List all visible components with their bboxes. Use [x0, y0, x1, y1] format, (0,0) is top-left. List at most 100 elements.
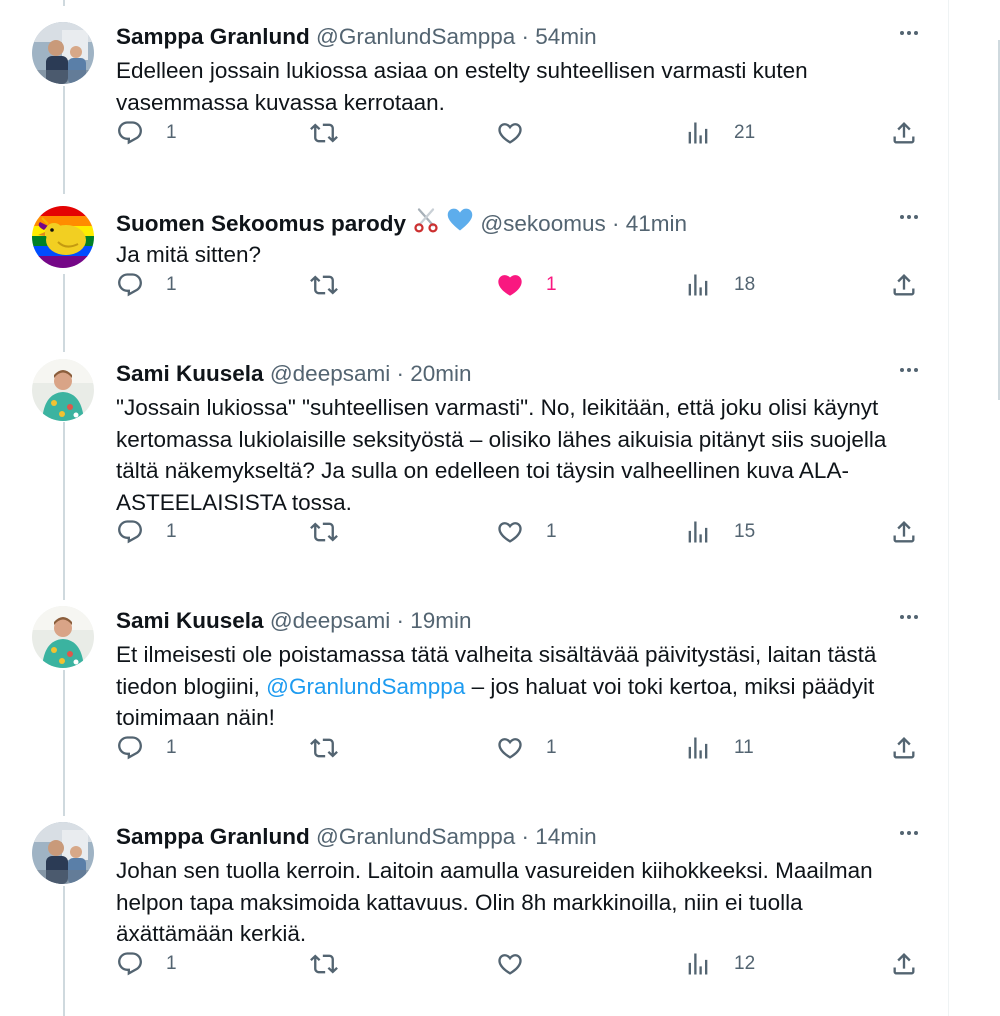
tweet-content: Samppa Granlund @GranlundSamppa · 14min J… [116, 822, 918, 976]
share-icon [890, 119, 918, 147]
reply-count: 1 [166, 521, 177, 542]
views-button[interactable]: 12 [684, 949, 755, 979]
reply-button[interactable]: 1 [116, 517, 177, 547]
tweet-content: Samppa Granlund @GranlundSamppa · 54min E… [116, 22, 918, 145]
user-handle[interactable]: @GranlundSamppa [316, 824, 515, 849]
action-bar: 1 21 [116, 118, 916, 148]
avatar[interactable] [32, 822, 94, 884]
display-name[interactable]: Sami Kuusela [116, 608, 264, 633]
more-options-button[interactable] [896, 822, 922, 852]
action-bar: 1 1 18 [116, 270, 916, 300]
feed-column-border [948, 0, 949, 1016]
retweet-button[interactable] [310, 270, 360, 300]
like-button[interactable]: 1 [496, 733, 557, 763]
retweet-button[interactable] [310, 733, 360, 763]
timestamp[interactable]: 41min [626, 211, 687, 236]
profile-photo-sami [32, 359, 94, 421]
tweet-header: Suomen Sekoomus parody @sekoomus · 41min [116, 206, 918, 236]
views-button[interactable]: 21 [684, 118, 755, 148]
views-button[interactable]: 18 [684, 270, 755, 300]
retweet-icon [310, 271, 338, 299]
retweet-icon [310, 119, 338, 147]
tweet-text: Ja mitä sitten? [116, 239, 916, 271]
meta-separator: · [521, 24, 530, 49]
more-options-icon [897, 605, 921, 637]
views-count: 12 [734, 953, 756, 974]
more-options-icon [897, 358, 921, 390]
retweet-icon [310, 518, 338, 546]
views-icon [684, 950, 712, 978]
text-segment: Ja mitä sitten? [116, 242, 262, 267]
share-button[interactable] [890, 118, 918, 148]
meta-separator: · [396, 608, 405, 633]
retweet-icon [310, 734, 338, 762]
tweet-header: Samppa Granlund @GranlundSamppa · 54min [116, 22, 918, 52]
tweet-content: Sami Kuusela @deepsami · 19min Et ilmeise… [116, 606, 918, 760]
timestamp[interactable]: 14min [535, 824, 596, 849]
timestamp[interactable]: 54min [535, 24, 596, 49]
tweet[interactable]: Samppa Granlund @GranlundSamppa · 54min E… [0, 22, 948, 158]
retweet-button[interactable] [310, 118, 360, 148]
retweet-button[interactable] [310, 949, 360, 979]
user-handle[interactable]: @deepsami [270, 608, 390, 633]
reply-count: 1 [166, 737, 177, 758]
tweet-header: Samppa Granlund @GranlundSamppa · 14min [116, 822, 918, 852]
views-count: 18 [734, 274, 756, 295]
more-options-button[interactable] [896, 22, 922, 52]
user-handle[interactable]: @deepsami [270, 361, 390, 386]
like-button[interactable]: 1 [496, 517, 557, 547]
profile-photo-samppa [32, 822, 94, 884]
more-options-button[interactable] [896, 359, 922, 389]
reply-icon [116, 734, 144, 762]
tweet[interactable]: Sami Kuusela @deepsami · 20min "Jossain l… [0, 359, 948, 557]
share-button[interactable] [890, 949, 918, 979]
display-name[interactable]: Samppa Granlund [116, 24, 310, 49]
timestamp[interactable]: 19min [410, 608, 471, 633]
display-name[interactable]: Samppa Granlund [116, 824, 310, 849]
reply-button[interactable]: 1 [116, 733, 177, 763]
tweet[interactable]: Sami Kuusela @deepsami · 19min Et ilmeise… [0, 606, 948, 773]
like-icon [496, 734, 524, 762]
tweet-header: Sami Kuusela @deepsami · 19min [116, 606, 918, 636]
tweet-text: Et ilmeisesti ole poistamassa tätä valhe… [116, 639, 916, 734]
action-bar: 1 1 11 [116, 733, 916, 763]
reply-button[interactable]: 1 [116, 118, 177, 148]
text-segment: Johan sen tuolla kerroin. Laitoin aamull… [116, 858, 873, 946]
reply-count: 1 [166, 122, 177, 143]
display-name[interactable]: Suomen Sekoomus parody [116, 211, 406, 236]
reply-icon [116, 271, 144, 299]
more-options-button[interactable] [896, 206, 922, 236]
display-name[interactable]: Sami Kuusela [116, 361, 264, 386]
avatar[interactable] [32, 359, 94, 421]
avatar[interactable] [32, 22, 94, 84]
avatar[interactable] [32, 206, 94, 268]
more-options-icon [897, 205, 921, 237]
tweet-content: Suomen Sekoomus parody @sekoomus · 41min… [116, 206, 918, 297]
avatar[interactable] [32, 606, 94, 668]
reply-button[interactable]: 1 [116, 270, 177, 300]
more-options-icon [897, 21, 921, 53]
user-handle[interactable]: @sekoomus [480, 211, 605, 236]
views-button[interactable]: 15 [684, 517, 755, 547]
tweet[interactable]: Suomen Sekoomus parody @sekoomus · 41min… [0, 206, 948, 310]
views-icon [684, 734, 712, 762]
like-count: 1 [546, 521, 557, 542]
like-button[interactable] [496, 949, 546, 979]
like-filled-icon [496, 271, 524, 299]
views-button[interactable]: 11 [684, 733, 754, 763]
mention-link[interactable]: @GranlundSamppa [266, 674, 465, 699]
like-button[interactable]: 1 [496, 270, 557, 300]
rainbow-bird-logo [32, 206, 94, 268]
share-button[interactable] [890, 517, 918, 547]
share-button[interactable] [890, 270, 918, 300]
like-count: 1 [546, 737, 557, 758]
more-options-button[interactable] [896, 606, 922, 636]
reply-button[interactable]: 1 [116, 949, 177, 979]
user-handle[interactable]: @GranlundSamppa [316, 24, 515, 49]
retweet-button[interactable] [310, 517, 360, 547]
scissors-emoji [412, 206, 440, 242]
like-button[interactable] [496, 118, 546, 148]
tweet[interactable]: Samppa Granlund @GranlundSamppa · 14min J… [0, 822, 948, 989]
timestamp[interactable]: 20min [410, 361, 471, 386]
share-button[interactable] [890, 733, 918, 763]
